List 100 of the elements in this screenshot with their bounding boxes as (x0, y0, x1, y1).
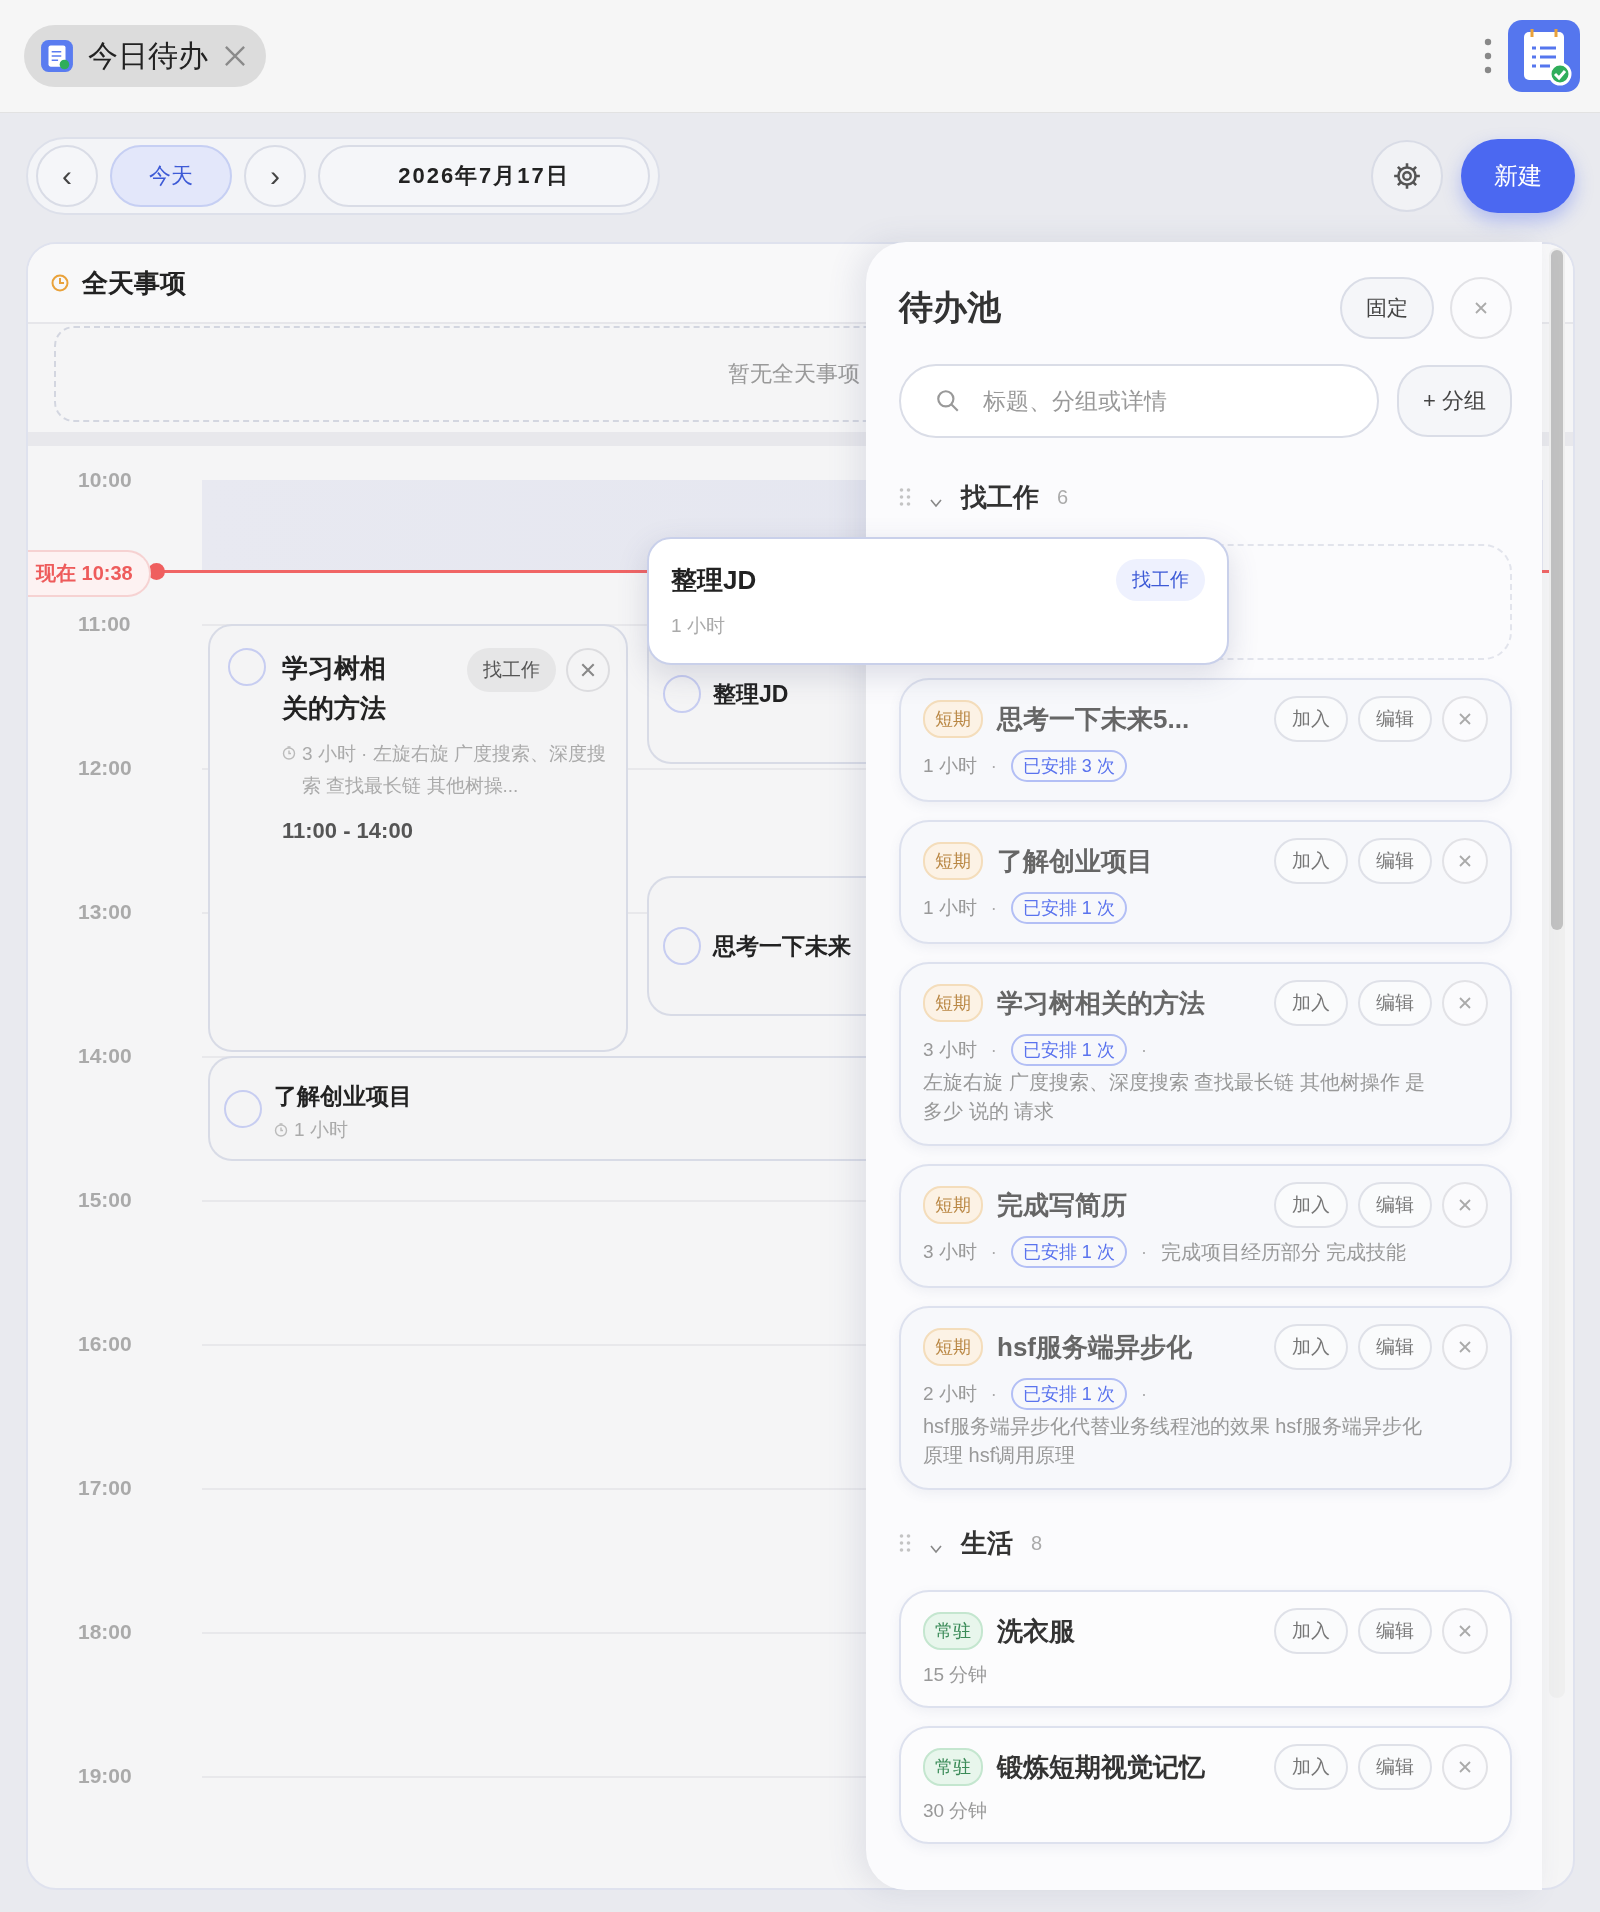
close-icon (1458, 996, 1472, 1010)
close-icon[interactable] (222, 43, 248, 69)
separator-dot: · (1140, 1241, 1147, 1263)
notepad-icon (40, 39, 74, 73)
panel-title: 待办池 (899, 287, 1001, 328)
close-icon (1474, 301, 1488, 315)
group-name: 找工作 (961, 480, 1039, 514)
all-day-title: 全天事项 (82, 266, 186, 300)
edit-button[interactable]: 编辑 (1358, 1744, 1432, 1790)
complete-checkbox[interactable] (663, 927, 701, 965)
group-count: 6 (1057, 485, 1069, 509)
event-time: 11:00 - 14:00 (282, 818, 414, 844)
group-tag: 找工作 (467, 648, 556, 692)
drag-handle-icon[interactable] (899, 1533, 911, 1553)
separator-dot: · (990, 1039, 997, 1061)
add-button[interactable]: 加入 (1274, 1744, 1348, 1790)
separator-dot: · (990, 1241, 997, 1263)
add-button[interactable]: 加入 (1274, 838, 1348, 884)
add-button[interactable]: 加入 (1274, 1182, 1348, 1228)
search-input[interactable]: 标题、分组或详情 (981, 386, 1378, 416)
edit-button[interactable]: 编辑 (1358, 696, 1432, 742)
event-card[interactable]: 学习树相关的方法 找工作 3 小时 · 左旋右旋 广度搜索、深度搜索 查找最长链 其他树操... 11:00 - 14:00 (208, 624, 628, 1052)
date-picker-button[interactable]: 2026年7月17日 (318, 145, 650, 207)
duration-text: 2 小时 (923, 1382, 977, 1406)
timer-icon (274, 1122, 288, 1137)
edit-button[interactable]: 编辑 (1358, 838, 1432, 884)
new-button[interactable]: 新建 (1461, 139, 1575, 213)
todo-card[interactable]: 短期 学习树相关的方法 加入 编辑 3 小时 · 已安排 1 次 · 左旋右旋 广度搜索、深度搜索 查找最长链 其他树操作 是多少 说的 请求 (899, 962, 1512, 1146)
delete-button[interactable] (1442, 838, 1488, 884)
hour-label: 17:00 (78, 1476, 132, 1500)
duration-text: 3 小时 (923, 1038, 977, 1062)
delete-button[interactable] (1442, 1744, 1488, 1790)
duration-text: 15 分钟 (923, 1663, 988, 1687)
todo-title: 学习树相关的方法 (997, 986, 1206, 1020)
todo-title: hsf服务端异步化 (997, 1330, 1193, 1364)
todo-card[interactable]: 短期 思考一下未来5... 加入 编辑 1 小时 · 已安排 3 次 (899, 678, 1512, 802)
todo-card[interactable]: 短期 hsf服务端异步化 加入 编辑 2 小时 · 已安排 1 次 · hsf服务端异步化代替业务线程池的效果 hsf服务端异步化原理 hsf调用原理 (899, 1306, 1512, 1490)
chevron-icon[interactable] (929, 1544, 943, 1554)
edit-button[interactable]: 编辑 (1358, 1608, 1432, 1654)
edit-button[interactable]: 编辑 (1358, 1324, 1432, 1370)
todo-card[interactable]: 短期 了解创业项目 加入 编辑 1 小时 · 已安排 1 次 (899, 820, 1512, 944)
close-icon (1458, 1624, 1472, 1638)
event-details: 1 小时 (294, 1117, 348, 1142)
event-card[interactable]: 了解创业项目 1 小时 (208, 1056, 866, 1161)
complete-checkbox[interactable] (224, 1089, 262, 1128)
edit-button[interactable]: 编辑 (1358, 980, 1432, 1026)
event-card[interactable]: 思考一下未来 (647, 876, 866, 1016)
type-badge: 短期 (923, 1328, 983, 1366)
duration-text: 1 小时 (923, 754, 977, 778)
search-icon (935, 388, 961, 414)
drag-handle-icon[interactable] (899, 487, 911, 507)
todo-card[interactable]: 短期 完成写简历 加入 编辑 3 小时 · 已安排 1 次 · 完成项目经历部分 完成技能 (899, 1164, 1512, 1288)
scrollbar[interactable] (1549, 248, 1565, 1698)
remove-button[interactable] (566, 648, 610, 692)
previous-day-button[interactable]: ‹ (36, 145, 98, 207)
hour-label: 16:00 (78, 1332, 132, 1356)
scrollbar-thumb[interactable] (1551, 250, 1563, 930)
notepad-icon[interactable] (1508, 20, 1580, 92)
delete-button[interactable] (1442, 1324, 1488, 1370)
group-tag: 找工作 (1116, 559, 1205, 601)
separator-dot: · (990, 897, 997, 919)
event-title: 整理JD (713, 680, 789, 709)
close-icon (1458, 1760, 1472, 1774)
more-icon[interactable] (1484, 36, 1492, 76)
today-button[interactable]: 今天 (110, 145, 232, 207)
duration-text: 30 分钟 (923, 1799, 988, 1823)
chevron-icon[interactable] (929, 498, 943, 508)
search-field[interactable]: 标题、分组或详情 (899, 364, 1380, 438)
complete-checkbox[interactable] (663, 675, 701, 713)
close-icon (1458, 1198, 1472, 1212)
delete-button[interactable] (1442, 1182, 1488, 1228)
event-title: 思考一下未来 (713, 932, 851, 961)
separator-dot: · (1140, 1039, 1147, 1061)
todo-title: 思考一下未来5... (997, 702, 1191, 736)
add-group-button[interactable]: + 分组 (1397, 365, 1512, 437)
delete-button[interactable] (1442, 696, 1488, 742)
todo-card[interactable]: 常驻 洗衣服 加入 编辑 15 分钟 (899, 1590, 1512, 1708)
add-button[interactable]: 加入 (1274, 1608, 1348, 1654)
todo-title: 完成写简历 (997, 1188, 1128, 1222)
hour-label: 12:00 (78, 756, 132, 780)
drag-preview-tooltip[interactable]: 整理JD 找工作 1 小时 (647, 537, 1229, 665)
complete-checkbox[interactable] (228, 648, 266, 686)
add-button[interactable]: 加入 (1274, 980, 1348, 1026)
duration-text: 1 小时 (923, 896, 977, 920)
next-day-button[interactable]: › (244, 145, 306, 207)
hour-label: 11:00 (78, 612, 131, 636)
todo-card[interactable]: 常驻 锻炼短期视觉记忆 加入 编辑 30 分钟 (899, 1726, 1512, 1844)
close-icon (1458, 854, 1472, 868)
clock-icon (50, 273, 70, 293)
group-name: 生活 (961, 1526, 1013, 1560)
app-tab[interactable]: 今日待办 (24, 25, 266, 87)
hour-label: 18:00 (78, 1620, 132, 1644)
add-button[interactable]: 加入 (1274, 1324, 1348, 1370)
separator-dot: · (990, 755, 997, 777)
edit-button[interactable]: 编辑 (1358, 1182, 1432, 1228)
todo-title: 锻炼短期视觉记忆 (997, 1750, 1206, 1784)
add-button[interactable]: 加入 (1274, 696, 1348, 742)
pin-button[interactable]: 固定 (1340, 277, 1434, 339)
delete-button[interactable] (1442, 980, 1488, 1026)
delete-button[interactable] (1442, 1608, 1488, 1654)
